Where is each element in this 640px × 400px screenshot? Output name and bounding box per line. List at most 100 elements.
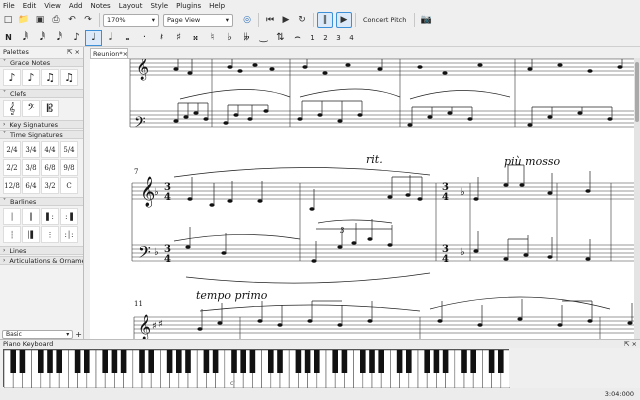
section-barlines[interactable]: ˅ Barlines: [0, 197, 83, 206]
black-key[interactable]: [240, 350, 246, 373]
palette-window-controls[interactable]: ⇱ ×: [67, 48, 80, 56]
note-input-mode-icon[interactable]: N: [0, 30, 17, 46]
piano-keyboard[interactable]: c': [3, 349, 511, 389]
new-file-icon[interactable]: □: [0, 12, 16, 28]
black-key[interactable]: [442, 350, 449, 373]
piu-mosso-marking[interactable]: più mosso: [504, 155, 560, 168]
dashed-barline-icon[interactable]: ┆: [3, 226, 21, 243]
black-key[interactable]: [314, 350, 320, 373]
concert-pitch-toggle[interactable]: Concert Pitch: [363, 16, 406, 24]
black-key[interactable]: [424, 350, 430, 373]
black-key[interactable]: [433, 350, 440, 373]
score-scrollbar[interactable]: [634, 58, 640, 339]
black-key[interactable]: [396, 350, 403, 373]
menu-plugins[interactable]: Plugins: [176, 2, 201, 10]
black-key[interactable]: [111, 350, 118, 373]
voice-2-button[interactable]: 2: [319, 34, 332, 42]
dotted-barline-icon[interactable]: ⋮: [41, 226, 59, 243]
double-sharp-icon[interactable]: 𝄪: [187, 30, 204, 46]
dot-icon[interactable]: ·: [136, 30, 153, 46]
time-signature-cell[interactable]: 12/8: [3, 177, 21, 194]
rest-icon[interactable]: 𝄽: [153, 30, 170, 46]
rit-marking[interactable]: rit.: [366, 153, 383, 166]
black-key[interactable]: [249, 350, 256, 373]
section-key-signatures[interactable]: › Key Signatures: [0, 120, 83, 129]
tie-icon[interactable]: ‿: [255, 30, 272, 46]
eighth-note-icon[interactable]: ♪: [68, 30, 85, 46]
menu-help[interactable]: Help: [209, 2, 225, 10]
quarter-note-icon[interactable]: ♩: [85, 29, 102, 46]
black-key[interactable]: [10, 350, 16, 373]
grace-note-cell[interactable]: ♪: [3, 69, 21, 86]
add-workspace-button[interactable]: +: [75, 330, 82, 339]
score-canvas[interactable]: 𝄞 𝄢 𝄞 𝄢 𝄞 ♭ ♭ ♯ ♯ ♭ ♭ 3 4 3 4 3 4 3 4 7 …: [90, 58, 640, 339]
time-signature-cell[interactable]: 4/4: [41, 141, 59, 158]
grace-note-cell[interactable]: ♪: [22, 69, 40, 86]
sixtyfourth-note-icon[interactable]: 𝅘𝅥𝅲: [17, 30, 34, 46]
black-key[interactable]: [295, 350, 302, 373]
single-barline-icon[interactable]: │: [3, 208, 21, 225]
black-key[interactable]: [212, 350, 219, 373]
document-tab[interactable]: Reunion* ×: [90, 48, 128, 58]
loop-icon[interactable]: ↻: [294, 12, 310, 28]
time-signature-cell[interactable]: 3/2: [41, 177, 59, 194]
black-key[interactable]: [277, 350, 283, 373]
time-signature-cell[interactable]: 2/4: [3, 141, 21, 158]
workspace-select[interactable]: Basic ▾: [2, 329, 74, 339]
black-key[interactable]: [231, 350, 237, 373]
black-key[interactable]: [304, 350, 311, 373]
menu-notes[interactable]: Notes: [90, 2, 110, 10]
thirtysecond-note-icon[interactable]: 𝅘𝅥𝅱: [34, 30, 51, 46]
metronome-toggle-icon[interactable]: ‖: [317, 12, 333, 28]
grace-note-cell[interactable]: ♫: [41, 69, 59, 86]
undo-icon[interactable]: ↶: [64, 12, 80, 28]
end-repeat-icon[interactable]: :▐: [60, 208, 78, 225]
black-key[interactable]: [148, 350, 154, 373]
view-mode-select[interactable]: Page View ▾: [163, 13, 233, 27]
black-key[interactable]: [332, 350, 338, 373]
sixteenth-note-icon[interactable]: 𝅘𝅥𝅰: [51, 30, 68, 46]
scrollbar-thumb[interactable]: [635, 62, 639, 122]
menu-add[interactable]: Add: [69, 2, 83, 10]
time-signature-cell[interactable]: 6/8: [41, 159, 59, 176]
time-signature-cell[interactable]: 3/4: [22, 141, 40, 158]
piano-keyboard-window-controls[interactable]: ⇱ ×: [624, 340, 637, 348]
menu-view[interactable]: View: [44, 2, 61, 10]
double-flat-icon[interactable]: 𝄫: [238, 30, 255, 46]
section-articulations[interactable]: › Articulations & Ornaments: [0, 256, 83, 265]
time-signature-cell[interactable]: 2/2: [3, 159, 21, 176]
voice-3-button[interactable]: 3: [332, 34, 345, 42]
black-key[interactable]: [406, 350, 412, 373]
menu-style[interactable]: Style: [150, 2, 168, 10]
flat-icon[interactable]: ♭: [221, 30, 238, 46]
black-key[interactable]: [47, 350, 53, 373]
black-key[interactable]: [203, 350, 210, 373]
midi-input-icon[interactable]: ◎: [239, 12, 255, 28]
section-grace-notes[interactable]: ˅ Grace Notes: [0, 58, 83, 67]
final-barline-icon[interactable]: │▌: [22, 226, 40, 243]
tempo-primo-marking[interactable]: tempo primo: [196, 289, 268, 302]
black-key[interactable]: [470, 350, 476, 373]
black-key[interactable]: [369, 350, 375, 373]
black-key[interactable]: [268, 350, 274, 373]
section-lines[interactable]: › Lines: [0, 246, 83, 255]
redo-icon[interactable]: ↷: [80, 12, 96, 28]
sharp-icon[interactable]: ♯: [170, 30, 187, 46]
bass-clef-icon[interactable]: 𝄢: [22, 100, 40, 117]
natural-icon[interactable]: ♮: [204, 30, 221, 46]
black-key[interactable]: [84, 350, 90, 373]
black-key[interactable]: [498, 350, 504, 373]
black-key[interactable]: [56, 350, 62, 373]
black-key[interactable]: [360, 350, 366, 373]
time-signature-cell[interactable]: C: [60, 177, 78, 194]
time-signature-cell[interactable]: 6/4: [22, 177, 40, 194]
black-key[interactable]: [461, 350, 467, 373]
print-icon[interactable]: ⎙: [48, 12, 64, 28]
zoom-select[interactable]: 170% ▾: [103, 13, 159, 27]
slur-icon[interactable]: ⌢: [289, 30, 306, 46]
camera-icon[interactable]: 📷: [418, 12, 434, 28]
playback-toggle-icon[interactable]: ▶: [336, 12, 352, 28]
time-signature-cell[interactable]: 3/8: [22, 159, 40, 176]
section-time-signatures[interactable]: ˅ Time Signatures: [0, 130, 83, 139]
black-key[interactable]: [341, 350, 348, 373]
